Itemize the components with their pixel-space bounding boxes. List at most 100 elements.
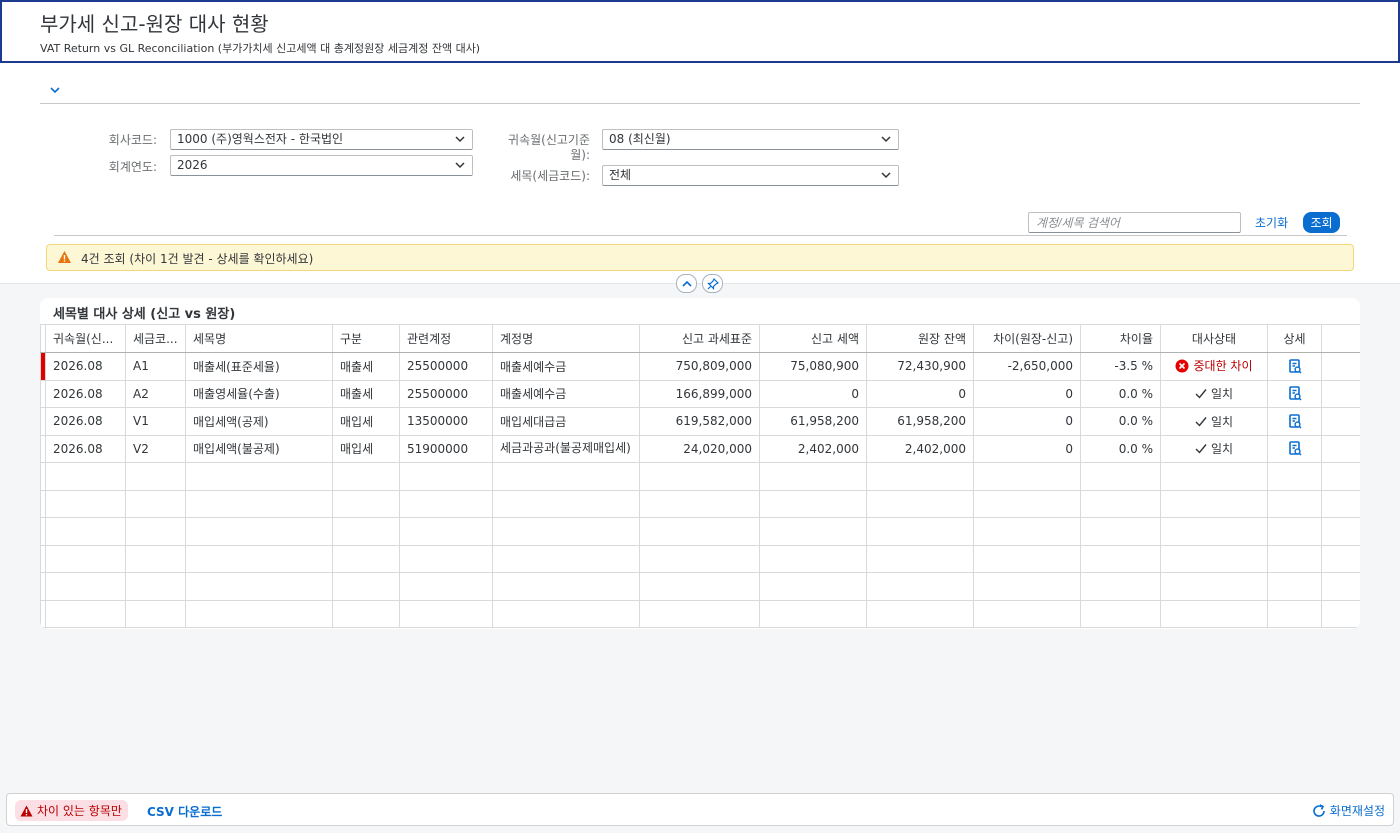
table-row[interactable]: 2026.08 V1 매입세액(공제) 매입세 13500000 매입세대급금 …: [40, 407, 1360, 436]
empty-row: [40, 462, 1360, 491]
cell-filler: [1321, 379, 1360, 408]
period-select[interactable]: 08 (최신월): [602, 129, 899, 150]
reset-view-label: 화면재설정: [1329, 804, 1385, 818]
cell-account-name: 세금과공과(불공제매입세): [492, 434, 640, 463]
company-code-value: 1000 (주)영웍스전자 - 한국법인: [177, 132, 344, 146]
table-row[interactable]: 2026.08 V2 매입세액(불공제) 매입세 51900000 세금과공과(…: [40, 434, 1360, 463]
search-input[interactable]: [1028, 212, 1241, 233]
cell-account: 25500000: [399, 352, 493, 381]
tax-code-select[interactable]: 전체: [602, 165, 899, 186]
check-icon: [1195, 389, 1207, 399]
col-header-account[interactable]: 관련계정: [399, 324, 493, 353]
cell-filler: [1321, 352, 1360, 381]
go-button[interactable]: 조회: [1303, 212, 1340, 233]
chevron-up-icon: [681, 280, 692, 287]
detail-icon[interactable]: [1288, 413, 1302, 429]
col-header-tax[interactable]: 신고 세액: [759, 324, 867, 353]
chevron-down-icon: [455, 136, 465, 143]
tax-code-label: 세목(세금코드):: [510, 169, 590, 183]
warning-icon: [20, 805, 33, 816]
chevron-down-icon: [455, 162, 465, 169]
empty-row: [40, 489, 1360, 518]
cell-base: 24,020,000: [639, 434, 760, 463]
csv-download-link[interactable]: CSV 다운로드: [147, 803, 222, 820]
cell-tax: 2,402,000: [759, 434, 867, 463]
cell-account-name: 매출세예수금: [492, 352, 640, 381]
cell-account: 51900000: [399, 434, 493, 463]
table-row[interactable]: 2026.08 A1 매출세(표준세율) 매출세 25500000 매출세예수금…: [40, 352, 1360, 381]
pin-header-button[interactable]: [702, 274, 723, 293]
cell-diff: 0: [973, 434, 1081, 463]
cell-type: 매출세: [332, 379, 400, 408]
cell-name: 매입세액(공제): [185, 407, 333, 436]
fiscal-year-select[interactable]: 2026: [170, 155, 473, 176]
cell-type: 매출세: [332, 352, 400, 381]
chevron-down-icon: [881, 172, 891, 179]
message-text: 4건 조회 (차이 1건 발견 - 상세를 확인하세요): [81, 252, 314, 266]
empty-row: [40, 599, 1360, 628]
reset-view-button[interactable]: 화면재설정: [1312, 802, 1385, 819]
cell-detail: [1267, 434, 1322, 463]
company-code-select[interactable]: 1000 (주)영웍스전자 - 한국법인: [170, 129, 473, 150]
detail-icon[interactable]: [1288, 358, 1302, 374]
cell-gl: 0: [866, 379, 974, 408]
col-header-diff[interactable]: 차이(원장-신고): [973, 324, 1081, 353]
cell-rate: 0.0 %: [1080, 407, 1161, 436]
empty-row: [40, 544, 1360, 573]
cell-gl: 2,402,000: [866, 434, 974, 463]
table-row[interactable]: 2026.08 A2 매출영세율(수출) 매출세 25500000 매출세예수금…: [40, 379, 1360, 408]
pin-icon: [706, 277, 719, 290]
col-header-status[interactable]: 대사상태: [1160, 324, 1268, 353]
footer-toolbar: 차이 있는 항목만 CSV 다운로드 화면재설정: [6, 793, 1394, 826]
cell-base: 166,899,000: [639, 379, 760, 408]
diff-only-toggle[interactable]: 차이 있는 항목만: [15, 800, 128, 821]
cell-rate: 0.0 %: [1080, 379, 1161, 408]
cell-code: V2: [125, 434, 186, 463]
col-header-base[interactable]: 신고 과세표준: [639, 324, 760, 353]
cell-tax: 61,958,200: [759, 407, 867, 436]
col-header-detail[interactable]: 상세: [1267, 324, 1322, 353]
empty-row: [40, 572, 1360, 601]
cell-tax: 0: [759, 379, 867, 408]
divider: [54, 235, 1347, 236]
col-header-account-name[interactable]: 계정명: [492, 324, 640, 353]
cell-name: 매입세액(불공제): [185, 434, 333, 463]
detail-icon[interactable]: [1288, 441, 1302, 456]
status-label: 일치: [1210, 387, 1234, 402]
period-label: 귀속월(신고기준월):: [508, 133, 590, 162]
col-header-name[interactable]: 세목명: [185, 324, 333, 353]
cell-account-name: 매입세대급금: [492, 407, 640, 436]
cell-type: 매입세: [332, 434, 400, 463]
cell-detail: [1267, 352, 1322, 381]
cell-period: 2026.08: [45, 352, 126, 381]
col-header-rate[interactable]: 차이율: [1080, 324, 1161, 353]
fiscal-year-value: 2026: [177, 158, 208, 172]
collapse-header-button[interactable]: [676, 274, 697, 293]
cell-diff: -2,650,000: [973, 352, 1081, 381]
cell-account: 13500000: [399, 407, 493, 436]
cell-code: V1: [125, 407, 186, 436]
cell-code: A2: [125, 379, 186, 408]
period-value: 08 (최신월): [609, 132, 671, 146]
col-header-filler: [1321, 324, 1360, 353]
detail-icon[interactable]: [1288, 386, 1302, 401]
col-header-gl[interactable]: 원장 잔액: [866, 324, 974, 353]
check-icon: [1195, 416, 1207, 427]
col-header-period[interactable]: 귀속월(신...: [45, 324, 126, 353]
fiscal-year-label: 회계연도:: [108, 160, 157, 174]
status-label: 중대한 차이: [1193, 359, 1253, 373]
message-strip: 4건 조회 (차이 1건 발견 - 상세를 확인하세요): [46, 244, 1354, 271]
cell-period: 2026.08: [45, 434, 126, 463]
col-header-code[interactable]: 세금코...: [125, 324, 186, 353]
cell-name: 매출영세율(수출): [185, 379, 333, 408]
chevron-down-icon[interactable]: [50, 83, 60, 97]
reset-button[interactable]: 초기화: [1252, 212, 1291, 233]
col-header-type[interactable]: 구분: [332, 324, 400, 353]
table-title: 세목별 대사 상세 (신고 vs 원장): [53, 307, 236, 322]
page-title: 부가세 신고-원장 대사 현황: [40, 12, 269, 36]
cell-status: 일치: [1160, 407, 1268, 436]
cell-gl: 61,958,200: [866, 407, 974, 436]
diff-only-label: 차이 있는 항목만: [37, 804, 122, 818]
cell-status: 일치: [1160, 379, 1268, 408]
table-header-row: 귀속월(신... 세금코... 세목명 구분 관련계정 계정명 신고 과세표준 …: [40, 324, 1360, 353]
